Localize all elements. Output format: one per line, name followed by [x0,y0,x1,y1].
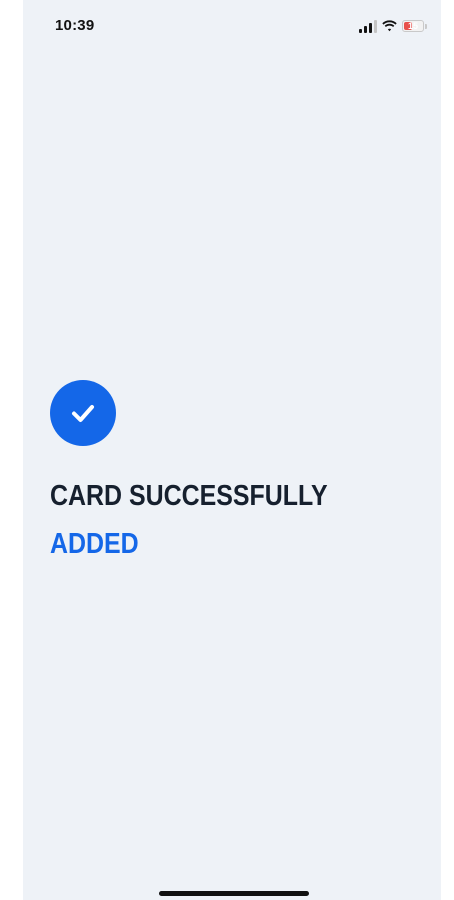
status-bar: 10:39 15 [23,0,441,54]
checkmark-icon [72,405,94,422]
home-indicator[interactable] [159,891,309,896]
signal-icon [359,19,377,33]
success-title-line1: CARD SUCCESSFULLY [50,480,328,512]
status-time: 10:39 [55,17,95,34]
wifi-icon [382,20,397,32]
confirmation-screen: 10:39 15 CARD SUCCESSFULLY ADDED [23,0,441,900]
success-title-line2: ADDED [50,528,139,560]
battery-cap [425,23,427,29]
battery-icon: 15 [402,20,427,33]
battery-body: 15 [402,20,424,32]
success-badge [50,380,116,446]
success-title: CARD SUCCESSFULLY ADDED [50,472,368,568]
success-content: CARD SUCCESSFULLY ADDED [50,380,420,568]
battery-level: 15 [407,21,418,31]
status-icons: 15 [359,18,427,34]
